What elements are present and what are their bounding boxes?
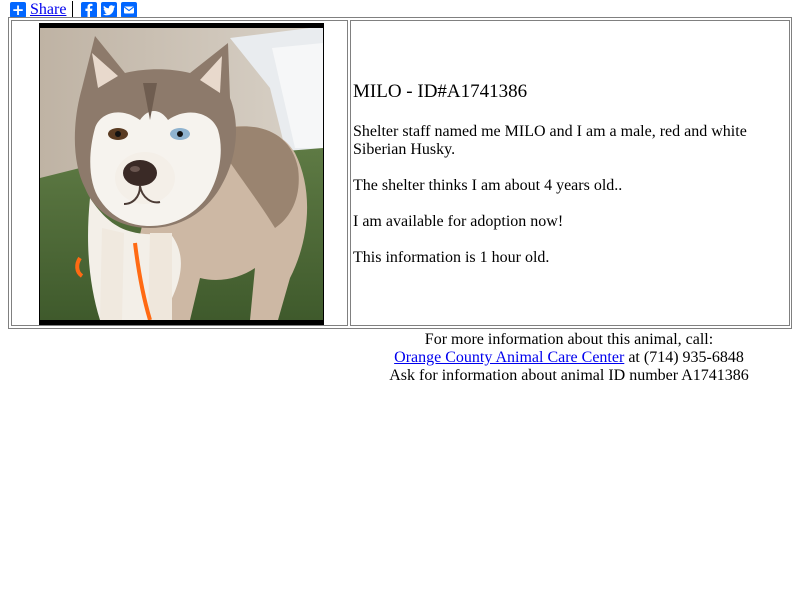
- email-icon[interactable]: [121, 1, 138, 18]
- contact-line: Orange County Animal Care Center at (714…: [340, 349, 798, 367]
- pet-table: MILO - ID#A1741386 Shelter staff named m…: [8, 17, 792, 329]
- plus-icon[interactable]: +: [10, 1, 26, 18]
- photo-cell: [11, 20, 348, 326]
- info-age: This information is 1 hour old.: [353, 249, 550, 266]
- pet-photo: [39, 23, 324, 325]
- twitter-icon[interactable]: [101, 1, 118, 18]
- pet-availability: I am available for adoption now!: [353, 213, 564, 230]
- contact-footer: For more information about this animal, …: [340, 331, 798, 385]
- shelter-link[interactable]: Orange County Animal Care Center: [394, 349, 624, 366]
- animal-id-note: Ask for information about animal ID numb…: [389, 367, 749, 384]
- share-bar: + Share: [10, 1, 141, 18]
- info-cell: MILO - ID#A1741386 Shelter staff named m…: [350, 20, 790, 326]
- share-link[interactable]: Share: [30, 1, 66, 19]
- pet-description: Shelter staff named me MILO and I am a m…: [353, 123, 747, 158]
- pet-age: The shelter thinks I am about 4 years ol…: [353, 177, 623, 194]
- pet-info: MILO - ID#A1741386 Shelter staff named m…: [353, 81, 783, 285]
- contact-intro: For more information about this animal, …: [424, 331, 714, 348]
- share-divider: [72, 1, 74, 18]
- pet-title: MILO - ID#A1741386: [353, 81, 528, 102]
- shelter-phone: at (714) 935-6848: [624, 349, 744, 366]
- facebook-icon[interactable]: [81, 1, 98, 18]
